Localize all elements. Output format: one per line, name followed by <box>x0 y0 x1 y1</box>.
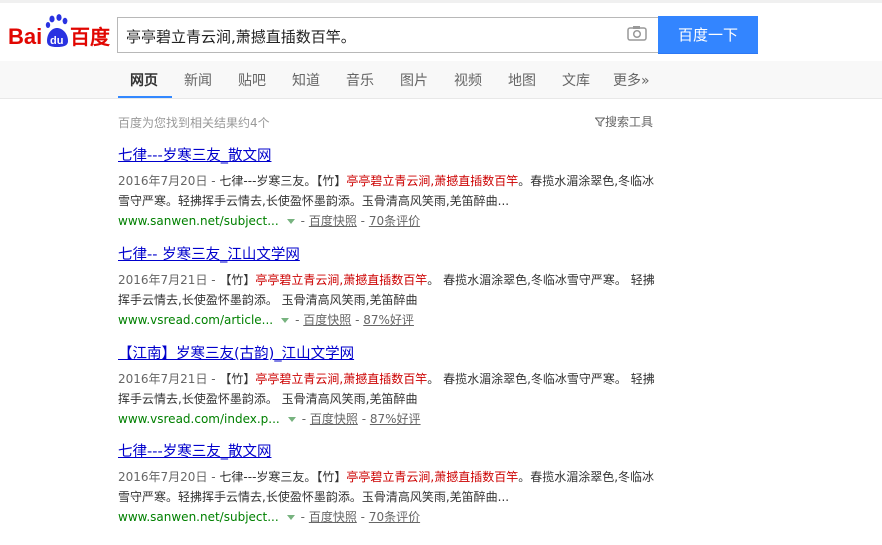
result-abstract: 2016年7月20日 - 七律---岁寒三友。【竹】亭亭碧立青云涧,萧撼直插数百… <box>118 467 663 507</box>
result-item: 【江南】岁寒三友(古韵)_江山文学网 2016年7月21日 - 【竹】亭亭碧立青… <box>118 345 678 429</box>
tab-video[interactable]: 视频 <box>454 70 482 90</box>
result-item: 七律-- 岁寒三友_江山文学网 2016年7月21日 - 【竹】亭亭碧立青云涧,… <box>118 246 678 330</box>
search-tools[interactable]: 搜索工具 <box>594 113 654 130</box>
results-count: 百度为您找到相关结果约4个 <box>118 116 270 130</box>
result-item: 七律---岁寒三友_散文网 2016年7月20日 - 七律---岁寒三友。【竹】… <box>118 147 678 231</box>
cache-link[interactable]: 百度快照 <box>303 313 351 327</box>
tab-zhidao[interactable]: 知道 <box>292 70 320 90</box>
cache-link[interactable]: 百度快照 <box>310 412 358 426</box>
search-input[interactable]: 亭亭碧立青云涧,萧撼直插数百竿。 <box>117 17 658 53</box>
result-text: 【竹】 <box>215 372 256 386</box>
result-title[interactable]: 七律-- 岁寒三友_江山文学网 <box>118 246 678 264</box>
nav-tabs: 网页 新闻 贴吧 知道 音乐 图片 视频 地图 文库 更多» <box>0 61 882 99</box>
result-abstract: 2016年7月21日 - 【竹】亭亭碧立青云涧,萧撼直插数百竿。 春揽水湄涂翠色… <box>118 270 663 310</box>
result-url-line: www.sanwen.net/subject... - 百度快照 - 70条评价 <box>118 510 421 524</box>
tab-map[interactable]: 地图 <box>508 70 536 90</box>
result-url[interactable]: www.vsread.com/index.p... <box>118 412 280 426</box>
search-button[interactable]: 百度一下 <box>658 16 758 54</box>
rating-link[interactable]: 87%好评 <box>363 313 414 327</box>
tab-wenku[interactable]: 文库 <box>562 70 590 90</box>
baidu-logo-graphic: Bai du 百度 <box>8 14 111 49</box>
filter-icon <box>594 117 606 127</box>
result-url[interactable]: www.sanwen.net/subject... <box>118 214 279 228</box>
logo-text-du: du <box>50 35 63 47</box>
tab-web[interactable]: 网页 <box>130 70 158 90</box>
tab-images[interactable]: 图片 <box>400 70 428 90</box>
tab-music[interactable]: 音乐 <box>346 70 374 90</box>
search-query: 亭亭碧立青云涧,萧撼直插数百竿。 <box>126 28 356 46</box>
dropdown-arrow-icon[interactable] <box>281 318 290 323</box>
result-date: 2016年7月21日 - <box>118 372 216 386</box>
result-text: 【竹】 <box>215 273 256 287</box>
tab-tieba[interactable]: 贴吧 <box>238 70 266 90</box>
dropdown-arrow-icon[interactable] <box>287 417 296 422</box>
result-title[interactable]: 【江南】岁寒三友(古韵)_江山文学网 <box>118 345 678 363</box>
result-item: 七律---岁寒三友_散文网 2016年7月20日 - 七律---岁寒三友。【竹】… <box>118 443 678 527</box>
result-abstract: 2016年7月21日 - 【竹】亭亭碧立青云涧,萧撼直插数百竿。 春揽水湄涂翠色… <box>118 369 663 409</box>
result-abstract: 2016年7月20日 - 七律---岁寒三友。【竹】亭亭碧立青云涧,萧撼直插数百… <box>118 171 663 211</box>
result-title[interactable]: 七律---岁寒三友_散文网 <box>118 147 678 165</box>
result-text: 七律---岁寒三友。【竹】 <box>215 174 347 188</box>
result-text: 七律---岁寒三友。【竹】 <box>215 470 347 484</box>
cache-link[interactable]: 百度快照 <box>309 510 357 524</box>
baidu-logo[interactable]: Bai du 百度 <box>8 13 112 53</box>
tab-more[interactable]: 更多» <box>613 70 650 90</box>
rating-link[interactable]: 70条评价 <box>369 214 420 228</box>
result-url-line: www.vsread.com/index.p... - 百度快照 - 87%好评 <box>118 412 421 426</box>
camera-icon[interactable] <box>627 25 649 43</box>
cache-link[interactable]: 百度快照 <box>309 214 357 228</box>
rating-link[interactable]: 70条评价 <box>369 510 420 524</box>
rating-link[interactable]: 87%好评 <box>370 412 421 426</box>
result-url[interactable]: www.sanwen.net/subject... <box>118 510 279 524</box>
result-highlight: 亭亭碧立青云涧,萧撼直插数百竿 <box>346 174 519 188</box>
result-highlight: 亭亭碧立青云涧,萧撼直插数百竿 <box>255 273 428 287</box>
result-date: 2016年7月20日 - <box>118 470 216 484</box>
tab-news[interactable]: 新闻 <box>184 70 212 90</box>
result-date: 2016年7月20日 - <box>118 174 216 188</box>
active-tab-indicator <box>118 96 172 98</box>
header: Bai du 百度 亭亭碧立青云涧,萧撼直插数百竿。 百度一下 <box>0 3 882 61</box>
result-url-line: www.sanwen.net/subject... - 百度快照 - 70条评价 <box>118 214 421 228</box>
result-url[interactable]: www.vsread.com/article... <box>118 313 273 327</box>
result-url-line: www.vsread.com/article... - 百度快照 - 87%好评 <box>118 313 414 327</box>
search-tools-label: 搜索工具 <box>605 115 654 129</box>
dropdown-arrow-icon[interactable] <box>286 515 295 520</box>
dropdown-arrow-icon[interactable] <box>286 219 295 224</box>
logo-text-baidu-cn: 百度 <box>70 25 111 49</box>
result-highlight: 亭亭碧立青云涧,萧撼直插数百竿 <box>346 470 519 484</box>
result-title[interactable]: 七律---岁寒三友_散文网 <box>118 443 678 461</box>
result-date: 2016年7月21日 - <box>118 273 216 287</box>
result-highlight: 亭亭碧立青云涧,萧撼直插数百竿 <box>255 372 428 386</box>
logo-text-bai: Bai <box>8 24 42 49</box>
